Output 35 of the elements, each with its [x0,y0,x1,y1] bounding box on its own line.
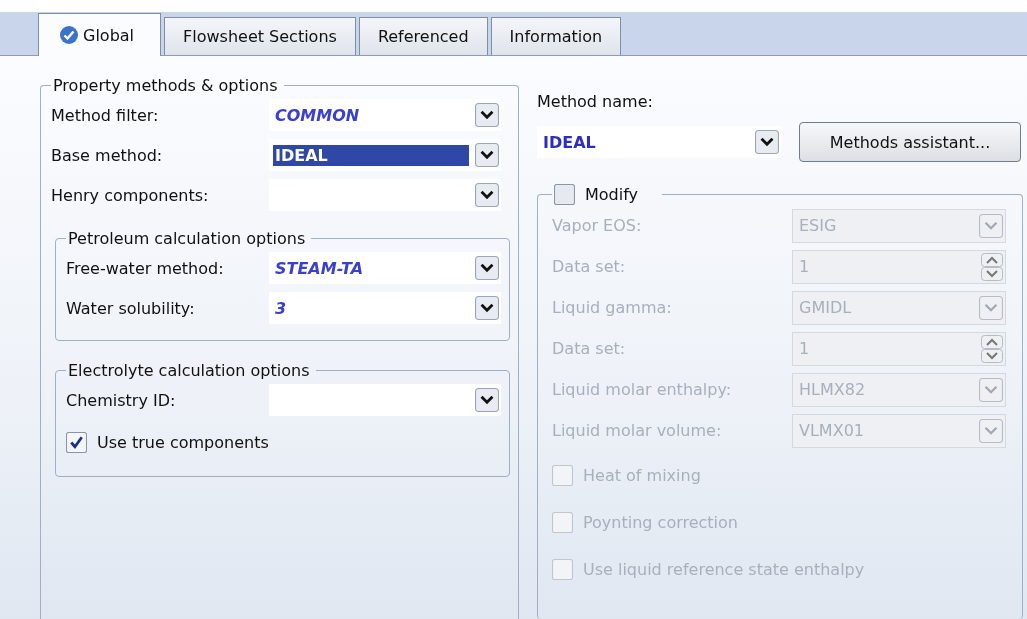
checkbox-label: Heat of mixing [583,466,701,485]
dropdown-field[interactable]: IDEAL [537,126,781,158]
dropdown-field[interactable]: COMMON [269,99,501,131]
field-label: Method filter: [51,105,160,125]
tab[interactable]: Referenced [358,17,488,55]
field-label: Data set: [552,257,627,276]
field-label: Vapor EOS: [552,216,643,235]
field-label: Data set: [552,339,627,358]
checkbox[interactable] [66,431,87,453]
group-title: Petroleum calculation options [67,229,307,248]
field-label: Henry components: [51,185,210,205]
group-title: Property methods & options [52,76,279,95]
check-icon [59,25,79,45]
methods-assistant-button[interactable]: Methods assistant... [799,122,1021,162]
field-label: Chemistry ID: [66,390,177,410]
tab[interactable]: Flowsheet Sections [164,17,356,55]
checkbox-label: Modify [585,185,638,204]
checkbox-label: Use liquid reference state enthalpy [583,560,865,579]
dropdown-field[interactable]: STEAM-TA [269,252,501,284]
dropdown-field[interactable]: 3 [269,292,501,324]
dropdown-field[interactable]: IDEAL [269,139,501,171]
field-label: Method name: [537,90,654,113]
field-label: Liquid molar enthalpy: [552,380,733,399]
dropdown-field[interactable] [269,384,501,416]
dropdown-field[interactable] [269,179,501,211]
field-label: Liquid gamma: [552,298,673,317]
field-label: Free-water method: [66,258,225,278]
field-label: Water solubility: [66,298,196,318]
field-label: Liquid molar volume: [552,421,723,440]
tab[interactable]: Information [490,17,622,55]
checkbox-label: Use true components [97,432,269,452]
field-label: Base method: [51,145,164,165]
checkbox-label: Poynting correction [583,513,738,532]
tab[interactable]: Global [38,13,162,56]
group-title: Electrolyte calculation options [67,361,311,380]
